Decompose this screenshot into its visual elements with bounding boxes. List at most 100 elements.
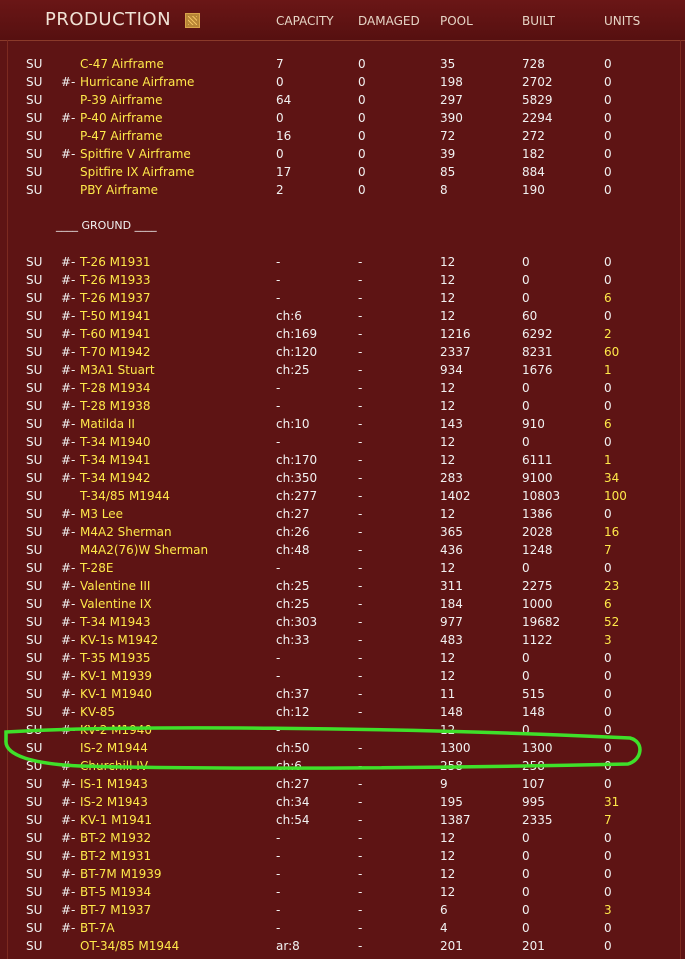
- pool-cell: 85: [440, 165, 456, 179]
- column-header-built[interactable]: BUILT: [522, 14, 555, 28]
- table-row[interactable]: SU #- KV-1 M1939 - - 12 0 0: [0, 667, 685, 685]
- table-row[interactable]: SU #- T-34 M1943 ch:303 - 977 19682 52: [0, 613, 685, 631]
- table-row[interactable]: SU IS-2 M1944 ch:50 - 1300 1300 0: [0, 739, 685, 757]
- built-cell: 0: [522, 291, 530, 305]
- capacity-cell: ch:25: [276, 363, 310, 377]
- column-header-damaged[interactable]: DAMAGED: [358, 14, 420, 28]
- built-cell: 201: [522, 939, 545, 953]
- nation-cell: SU: [26, 255, 43, 269]
- units-cell: 2: [604, 327, 612, 341]
- nation-cell: SU: [26, 867, 43, 881]
- build-flag-cell: #-: [61, 525, 76, 539]
- pool-cell: 195: [440, 795, 463, 809]
- table-row[interactable]: SU #- BT-7A - - 4 0 0: [0, 919, 685, 937]
- item-name-cell: KV-2 M1940: [80, 723, 153, 737]
- table-row[interactable]: SU T-34/85 M1944 ch:277 - 1402 10803 100: [0, 487, 685, 505]
- units-cell: 60: [604, 345, 620, 359]
- pool-cell: 12: [440, 453, 456, 467]
- table-row[interactable]: SU #- T-34 M1942 ch:350 - 283 9100 34: [0, 469, 685, 487]
- build-flag-cell: #-: [61, 831, 76, 845]
- pool-cell: 1216: [440, 327, 471, 341]
- table-row[interactable]: SU Spitfire IX Airframe 17 0 85 884 0: [0, 163, 685, 181]
- table-row[interactable]: SU C-47 Airframe 7 0 35 728 0: [0, 55, 685, 73]
- capacity-cell: -: [276, 561, 281, 575]
- item-name-cell: OT-34/85 M1944: [80, 939, 180, 953]
- built-cell: 10803: [522, 489, 561, 503]
- item-name-cell: Valentine III: [80, 579, 151, 593]
- table-row[interactable]: SU #- KV-1 M1940 ch:37 - 11 515 0: [0, 685, 685, 703]
- table-row[interactable]: SU #- T-28 M1934 - - 12 0 0: [0, 379, 685, 397]
- table-row[interactable]: SU #- KV-2 M1940 - - 12 0 0: [0, 721, 685, 739]
- table-row[interactable]: SU #- T-60 M1941 ch:169 - 1216 6292 2: [0, 325, 685, 343]
- damaged-cell: -: [358, 291, 363, 305]
- table-row[interactable]: SU #- BT-2 M1931 - - 12 0 0: [0, 847, 685, 865]
- table-row[interactable]: SU #- IS-1 M1943 ch:27 - 9 107 0: [0, 775, 685, 793]
- pool-cell: 483: [440, 633, 463, 647]
- build-flag-cell: #-: [61, 759, 76, 773]
- table-row[interactable]: SU #- Matilda II ch:10 - 143 910 6: [0, 415, 685, 433]
- table-row[interactable]: SU #- BT-7 M1937 - - 6 0 3: [0, 901, 685, 919]
- table-row[interactable]: SU #- Valentine III ch:25 - 311 2275 23: [0, 577, 685, 595]
- built-cell: 0: [522, 651, 530, 665]
- table-row[interactable]: SU PBY Airframe 2 0 8 190 0: [0, 181, 685, 199]
- pool-cell: 365: [440, 525, 463, 539]
- table-row[interactable]: SU #- T-34 M1941 ch:170 - 12 6111 1: [0, 451, 685, 469]
- item-name-cell: KV-85: [80, 705, 115, 719]
- table-row[interactable]: SU #- Spitfire V Airframe 0 0 39 182 0: [0, 145, 685, 163]
- table-row[interactable]: SU #- T-35 M1935 - - 12 0 0: [0, 649, 685, 667]
- table-row[interactable]: SU #- T-50 M1941 ch:6 - 12 60 0: [0, 307, 685, 325]
- built-cell: 0: [522, 561, 530, 575]
- table-row[interactable]: SU #- IS-2 M1943 ch:34 - 195 995 31: [0, 793, 685, 811]
- damaged-cell: -: [358, 651, 363, 665]
- pool-cell: 12: [440, 669, 456, 683]
- table-row[interactable]: SU #- BT-5 M1934 - - 12 0 0: [0, 883, 685, 901]
- table-row[interactable]: SU #- BT-2 M1932 - - 12 0 0: [0, 829, 685, 847]
- table-row[interactable]: SU #- KV-85 ch:12 - 148 148 0: [0, 703, 685, 721]
- table-row[interactable]: SU #- T-26 M1937 - - 12 0 6: [0, 289, 685, 307]
- capacity-cell: -: [276, 255, 281, 269]
- table-row[interactable]: SU P-39 Airframe 64 0 297 5829 0: [0, 91, 685, 109]
- table-row[interactable]: SU #- P-40 Airframe 0 0 390 2294 0: [0, 109, 685, 127]
- nation-cell: SU: [26, 489, 43, 503]
- column-header-units[interactable]: UNITS: [604, 14, 640, 28]
- capacity-cell: -: [276, 831, 281, 845]
- table-row[interactable]: SU #- T-26 M1933 - - 12 0 0: [0, 271, 685, 289]
- pool-cell: 12: [440, 273, 456, 287]
- table-row[interactable]: SU #- Hurricane Airframe 0 0 198 2702 0: [0, 73, 685, 91]
- units-cell: 0: [604, 777, 612, 791]
- table-row[interactable]: SU #- KV-1 M1941 ch:54 - 1387 2335 7: [0, 811, 685, 829]
- capacity-cell: -: [276, 669, 281, 683]
- table-row[interactable]: SU #- M3 Lee ch:27 - 12 1386 0: [0, 505, 685, 523]
- table-row[interactable]: SU #- T-70 M1942 ch:120 - 2337 8231 60: [0, 343, 685, 361]
- table-row[interactable]: SU P-47 Airframe 16 0 72 272 0: [0, 127, 685, 145]
- table-row[interactable]: SU #- Churchill IV ch:6 - 258 258 0: [0, 757, 685, 775]
- pool-cell: 12: [440, 507, 456, 521]
- table-row[interactable]: SU OT-34/85 M1944 ar:8 - 201 201 0: [0, 937, 685, 955]
- table-row[interactable]: SU #- BT-7M M1939 - - 12 0 0: [0, 865, 685, 883]
- column-header-capacity[interactable]: CAPACITY: [276, 14, 334, 28]
- capacity-cell: -: [276, 435, 281, 449]
- table-row[interactable]: SU #- Valentine IX ch:25 - 184 1000 6: [0, 595, 685, 613]
- column-header-pool[interactable]: POOL: [440, 14, 473, 28]
- table-row[interactable]: SU #- T-28E - - 12 0 0: [0, 559, 685, 577]
- pool-cell: 1300: [440, 741, 471, 755]
- built-cell: 0: [522, 381, 530, 395]
- table-row[interactable]: SU #- T-34 M1940 - - 12 0 0: [0, 433, 685, 451]
- table-row[interactable]: SU M4A2(76)W Sherman ch:48 - 436 1248 7: [0, 541, 685, 559]
- item-name-cell: T-26 M1931: [80, 255, 151, 269]
- item-name-cell: T-34 M1940: [80, 435, 151, 449]
- production-graph-icon[interactable]: [185, 13, 200, 28]
- pool-cell: 1387: [440, 813, 471, 827]
- table-row[interactable]: SU #- T-26 M1931 - - 12 0 0: [0, 253, 685, 271]
- damaged-cell: -: [358, 597, 363, 611]
- nation-cell: SU: [26, 633, 43, 647]
- table-row[interactable]: SU #- M3A1 Stuart ch:25 - 934 1676 1: [0, 361, 685, 379]
- table-row[interactable]: SU #- KV-1s M1942 ch:33 - 483 1122 3: [0, 631, 685, 649]
- table-row[interactable]: SU #- M4A2 Sherman ch:26 - 365 2028 16: [0, 523, 685, 541]
- table-row[interactable]: SU #- T-28 M1938 - - 12 0 0: [0, 397, 685, 415]
- damaged-cell: -: [358, 309, 363, 323]
- built-cell: 6292: [522, 327, 553, 341]
- pool-cell: 297: [440, 93, 463, 107]
- built-cell: 910: [522, 417, 545, 431]
- capacity-cell: ch:6: [276, 759, 302, 773]
